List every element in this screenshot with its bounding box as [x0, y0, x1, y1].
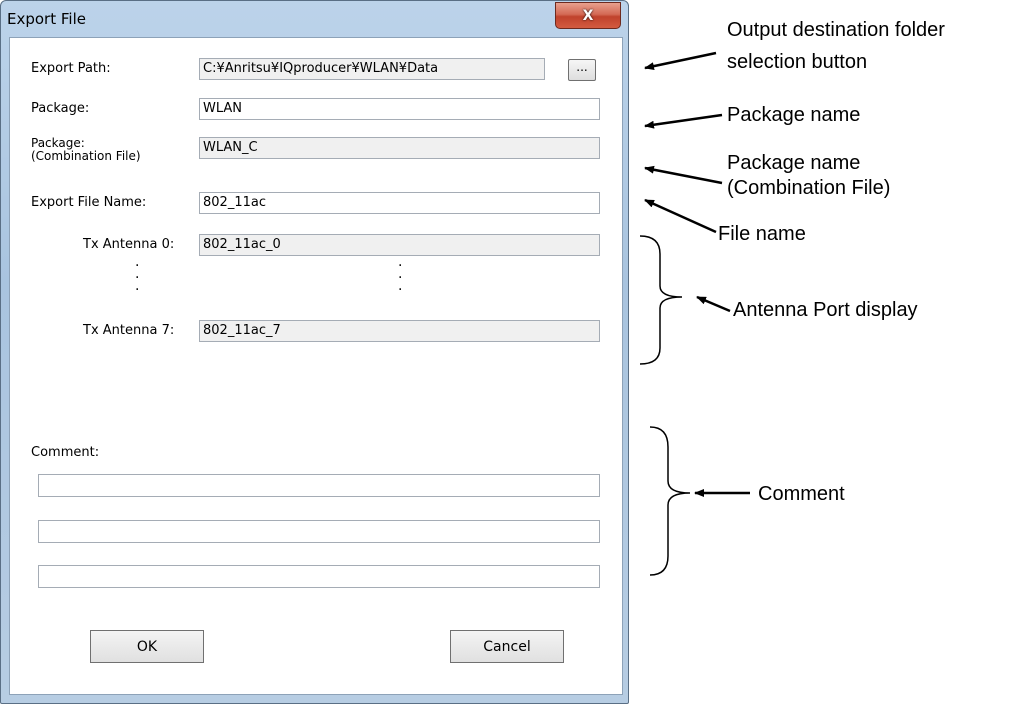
arrow-icon [644, 113, 723, 129]
right-brace [639, 235, 683, 365]
arrow-icon [696, 295, 731, 313]
arrow-icon [644, 165, 723, 185]
arrow-icon [644, 198, 717, 234]
right-brace [649, 426, 691, 576]
arrow-icon [644, 51, 717, 71]
annotation-overlay [639, 51, 750, 576]
